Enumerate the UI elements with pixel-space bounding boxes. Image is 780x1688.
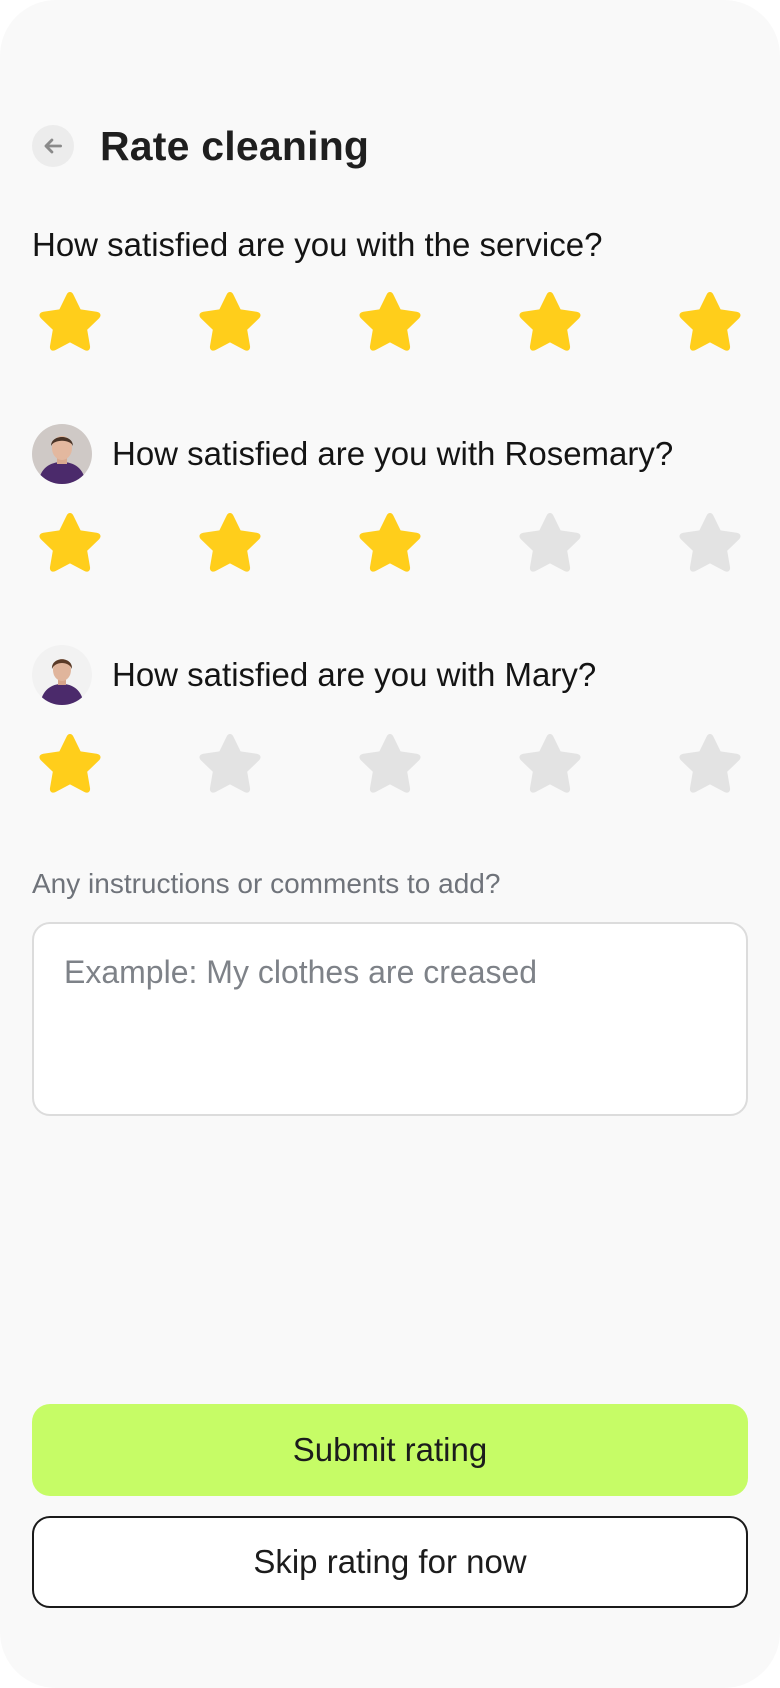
cleaner-star-rating-rosemary xyxy=(32,506,748,582)
person-avatar-icon xyxy=(32,645,92,705)
star-rating-1[interactable] xyxy=(32,285,108,361)
avatar-rosemary xyxy=(32,424,92,484)
cleaner-question-mary: How satisfied are you with Mary? xyxy=(32,645,596,705)
back-button[interactable] xyxy=(32,125,74,167)
star-rating-5[interactable] xyxy=(672,506,748,582)
arrow-left-icon xyxy=(44,138,62,154)
star-rating-2[interactable] xyxy=(192,727,268,803)
star-icon xyxy=(39,734,101,793)
star-rating-4[interactable] xyxy=(512,285,588,361)
service-question-text: How satisfied are you with the service? xyxy=(32,226,603,263)
star-rating-1[interactable] xyxy=(32,727,108,803)
star-icon xyxy=(199,734,261,793)
person-avatar-icon xyxy=(32,424,92,484)
star-icon xyxy=(679,513,741,572)
header: Rate cleaning xyxy=(32,118,369,174)
star-icon xyxy=(359,513,421,572)
star-rating-1[interactable] xyxy=(32,506,108,582)
cleaner-question-text: How satisfied are you with Mary? xyxy=(112,656,597,693)
star-icon xyxy=(519,292,581,351)
service-star-rating xyxy=(32,285,748,361)
skip-rating-button[interactable]: Skip rating for now xyxy=(32,1516,748,1608)
cleaner-star-rating-mary xyxy=(32,727,748,803)
star-rating-5[interactable] xyxy=(672,285,748,361)
star-icon xyxy=(199,513,261,572)
star-icon xyxy=(519,734,581,793)
submit-rating-label: Submit rating xyxy=(292,1431,488,1468)
star-rating-4[interactable] xyxy=(512,506,588,582)
skip-rating-label: Skip rating for now xyxy=(253,1543,527,1580)
star-rating-5[interactable] xyxy=(672,727,748,803)
star-icon xyxy=(39,292,101,351)
comments-input[interactable] xyxy=(32,922,748,1116)
cleaner-question-rosemary: How satisfied are you with Rosemary? xyxy=(32,424,673,484)
submit-rating-button[interactable]: Submit rating xyxy=(32,1404,748,1496)
star-rating-3[interactable] xyxy=(352,506,428,582)
rate-cleaning-screen: Rate cleaning How satisfied are you with… xyxy=(0,0,780,1688)
star-icon xyxy=(359,734,421,793)
star-rating-3[interactable] xyxy=(352,727,428,803)
cleaner-question-text: How satisfied are you with Rosemary? xyxy=(112,435,674,472)
star-icon xyxy=(519,513,581,572)
avatar-mary xyxy=(32,645,92,705)
comments-label: Any instructions or comments to add? xyxy=(32,868,501,899)
star-rating-2[interactable] xyxy=(192,506,268,582)
star-rating-3[interactable] xyxy=(352,285,428,361)
service-question: How satisfied are you with the service? xyxy=(32,220,602,270)
page-title: Rate cleaning xyxy=(100,122,370,169)
star-icon xyxy=(39,513,101,572)
star-icon xyxy=(679,292,741,351)
star-rating-2[interactable] xyxy=(192,285,268,361)
star-rating-4[interactable] xyxy=(512,727,588,803)
star-icon xyxy=(679,734,741,793)
star-icon xyxy=(199,292,261,351)
star-icon xyxy=(359,292,421,351)
